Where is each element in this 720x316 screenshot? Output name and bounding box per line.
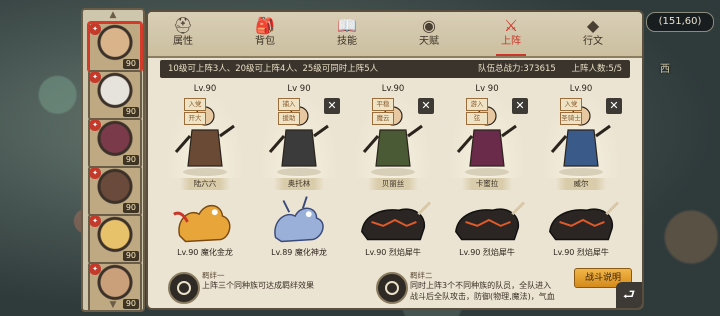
hero-name: 陆六六 bbox=[180, 178, 230, 190]
tab-5[interactable]: ◆ 行文 bbox=[564, 14, 622, 54]
slot-hero-level: Lv.90 bbox=[193, 84, 217, 94]
hero-level: 90 bbox=[122, 203, 139, 213]
hero-slot[interactable]: Lv.90 入党 圣骑士 ✕ 威尔 Lv.90 烈焰犀牛 bbox=[536, 82, 626, 270]
hero-tag: 援助 bbox=[278, 112, 300, 125]
hero-roster[interactable]: ▲ ✦ 90 ✦ 90 ✦ 90 ✦ 90 ✦ 90 ✦ 90 ▼ bbox=[81, 8, 145, 312]
hero-level: 90 bbox=[122, 59, 139, 69]
hero-slot[interactable]: Lv 90 捕入 援助 ✕ 奥托林 Lv.89 魔化神龙 bbox=[254, 82, 344, 270]
coordinate-display: (151,60) bbox=[646, 12, 714, 32]
gem-icon: ◆ bbox=[586, 16, 600, 35]
slot-hero-level: Lv.90 bbox=[569, 84, 593, 94]
team-panel: ⛑ 属性 🎒 背包 📖 技能 ◉ 天赋 ⚔ 上阵 ◆ 行文 10级可上阵3人、20级可上阵4人、25级… bbox=[146, 10, 644, 310]
map-label: 西 bbox=[660, 64, 670, 75]
mount-label: Lv.90 烈焰犀牛 bbox=[459, 248, 515, 257]
class-badge-icon: ✦ bbox=[90, 264, 101, 275]
close-icon[interactable]: ✕ bbox=[418, 98, 434, 114]
book-icon: 📖 bbox=[337, 16, 357, 35]
tab-bar: ⛑ 属性 🎒 背包 📖 技能 ◉ 天赋 ⚔ 上阵 ◆ 行文 bbox=[148, 12, 642, 58]
bond-ring-icon bbox=[376, 272, 408, 304]
mount-label: Lv.90 烈焰犀牛 bbox=[365, 248, 421, 257]
tab-label: 技能 bbox=[337, 36, 357, 47]
class-badge-icon: ✦ bbox=[90, 120, 101, 131]
roster-hero-card[interactable]: ✦ 90 bbox=[88, 118, 142, 168]
hero-slot[interactable]: Lv.90 入党 开大陆六六 Lv.90 魔化金龙 bbox=[160, 82, 250, 270]
eye-icon: ◉ bbox=[422, 16, 436, 35]
hero-tag: 魔云 bbox=[372, 112, 394, 125]
team-power: 队伍总战力:373615 bbox=[478, 64, 556, 74]
bond-desc: 同时上阵3个不同种族的队员，全队进入 战斗后全队攻击，防御(物理,魔法)，气血 bbox=[410, 281, 555, 301]
deploy-rule-text: 10级可上阵3人、20级可上阵4人、25级可同时上阵5人 bbox=[168, 64, 379, 74]
hero-tag: 平稳 bbox=[372, 98, 394, 111]
tab-label: 行文 bbox=[583, 36, 603, 47]
hero-tag: 入党 bbox=[560, 98, 582, 111]
mount-figure bbox=[260, 192, 338, 252]
tab-0[interactable]: ⛑ 属性 bbox=[154, 14, 212, 54]
roster-hero-card[interactable]: ✦ 90 bbox=[88, 166, 142, 216]
hero-slot[interactable]: Lv 90 游入弦 ✕ 卡蜜拉 Lv.90 烈焰犀牛 bbox=[442, 82, 532, 270]
mount-figure bbox=[448, 192, 526, 252]
tab-label: 属性 bbox=[173, 36, 193, 47]
hero-tag: 弦 bbox=[466, 112, 488, 125]
tab-label: 天赋 bbox=[419, 36, 439, 47]
hero-tag: 开大 bbox=[184, 112, 206, 125]
mount-figure bbox=[166, 192, 244, 252]
hero-tag: 游入 bbox=[466, 98, 488, 111]
close-icon[interactable]: ✕ bbox=[606, 98, 622, 114]
hero-level: 90 bbox=[122, 107, 139, 117]
class-badge-icon: ✦ bbox=[90, 168, 101, 179]
tab-2[interactable]: 📖 技能 bbox=[318, 14, 376, 54]
team-info-bar: 10级可上阵3人、20级可上阵4人、25级可同时上阵5人 队伍总战力:37361… bbox=[160, 60, 630, 78]
slot-hero-level: Lv 90 bbox=[287, 84, 311, 94]
class-badge-icon: ✦ bbox=[90, 24, 101, 35]
close-icon[interactable]: ✕ bbox=[512, 98, 528, 114]
roster-hero-card[interactable]: ✦ 90 bbox=[88, 70, 142, 120]
close-icon[interactable]: ✕ bbox=[324, 98, 340, 114]
mount-label: Lv.90 烈焰犀牛 bbox=[553, 248, 609, 257]
bond-two: 羁绊二 同时上阵3个不同种族的队员，全队进入 战斗后全队攻击，防御(物理,魔法)… bbox=[376, 270, 566, 304]
hero-name: 奥托林 bbox=[274, 178, 324, 190]
hero-level: 90 bbox=[122, 155, 139, 165]
bag-icon: 🎒 bbox=[255, 16, 275, 35]
hero-tag: 圣骑士 bbox=[560, 112, 582, 125]
tab-label: 上阵 bbox=[501, 36, 521, 47]
tab-label: 背包 bbox=[255, 36, 275, 47]
crossed-swords-icon: ⚔ bbox=[503, 16, 519, 35]
chevron-down-icon[interactable]: ▼ bbox=[83, 300, 143, 310]
mount-figure bbox=[354, 192, 432, 252]
chevron-up-icon[interactable]: ▲ bbox=[83, 10, 143, 20]
bond-one: 羁绊一 上阵三个同种族可达成羁绊效果 bbox=[168, 270, 368, 304]
hero-level: 90 bbox=[122, 251, 139, 261]
back-arrow-icon[interactable]: ⮐ bbox=[616, 282, 642, 308]
hero-tag: 捕入 bbox=[278, 98, 300, 111]
helmet-icon: ⛑ bbox=[172, 16, 194, 35]
class-badge-icon: ✦ bbox=[90, 216, 101, 227]
mount-label: Lv.89 魔化神龙 bbox=[271, 248, 327, 257]
bond-ring-icon bbox=[168, 272, 200, 304]
hero-name: 卡蜜拉 bbox=[462, 178, 512, 190]
hero-name: 贝丽丝 bbox=[368, 178, 418, 190]
roster-hero-card[interactable]: ✦ 90 bbox=[88, 22, 142, 72]
tab-3[interactable]: ◉ 天赋 bbox=[400, 14, 458, 54]
hero-name: 威尔 bbox=[556, 178, 606, 190]
class-badge-icon: ✦ bbox=[90, 72, 101, 83]
mount-label: Lv.90 魔化金龙 bbox=[177, 248, 233, 257]
deploy-count: 上阵人数:5/5 bbox=[571, 64, 622, 74]
mount-figure bbox=[542, 192, 620, 252]
roster-hero-card[interactable]: ✦ 90 bbox=[88, 214, 142, 264]
bond-desc: 上阵三个同种族可达成羁绊效果 bbox=[202, 281, 314, 290]
slot-hero-level: Lv 90 bbox=[475, 84, 499, 94]
hero-slot[interactable]: Lv.90 平稳 魔云 ✕ 贝丽丝 Lv.90 烈焰犀牛 bbox=[348, 82, 438, 270]
slot-hero-level: Lv.90 bbox=[381, 84, 405, 94]
hero-tag: 入党 bbox=[184, 98, 206, 111]
tab-4[interactable]: ⚔ 上阵 bbox=[482, 14, 540, 56]
tab-1[interactable]: 🎒 背包 bbox=[236, 14, 294, 54]
